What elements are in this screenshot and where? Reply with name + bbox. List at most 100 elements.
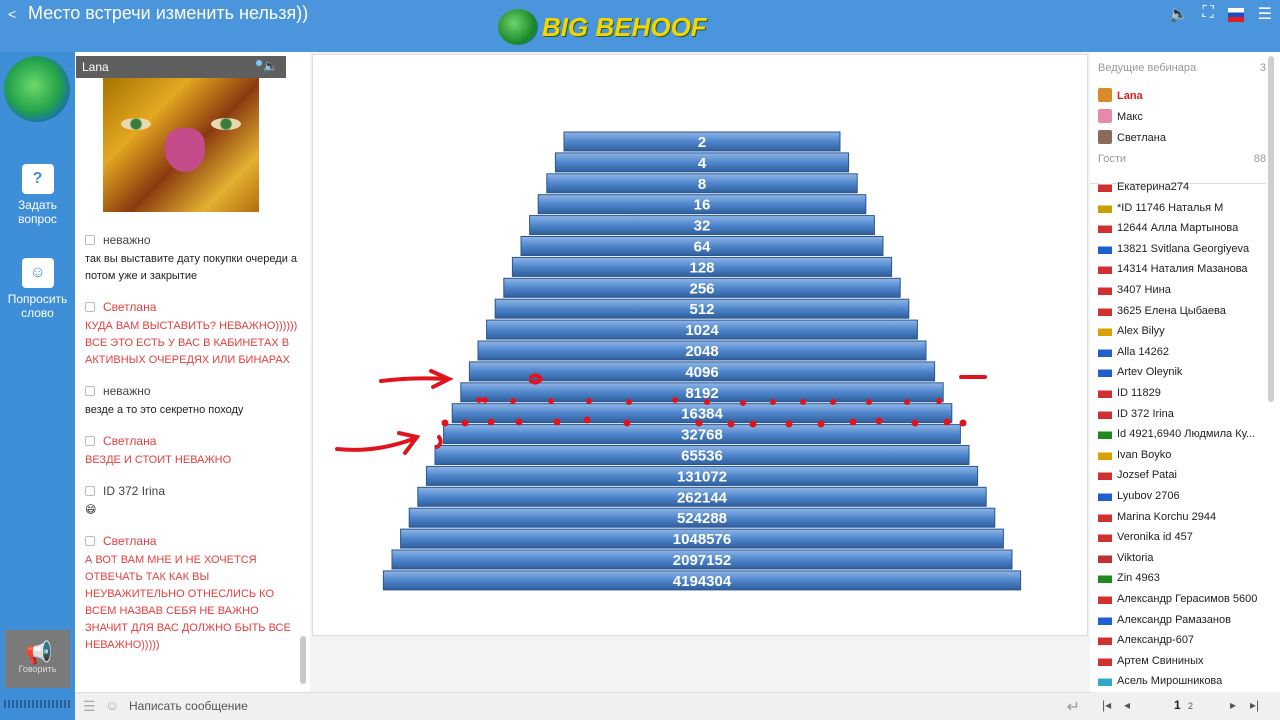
- guest-item[interactable]: Александр-607: [1098, 631, 1266, 649]
- chat-user-icon: [85, 436, 95, 446]
- guest-item[interactable]: Marina Korchu 2944: [1098, 508, 1266, 526]
- pyramid-label: 512: [689, 301, 714, 318]
- last-page-icon[interactable]: ▸|: [1250, 698, 1259, 712]
- guest-item[interactable]: Zin 4963: [1098, 569, 1266, 587]
- chat-message: неважно везде а то это секретно походу: [85, 383, 300, 419]
- guest-item[interactable]: 3625 Елена Цыбаева: [1098, 302, 1266, 320]
- guest-item[interactable]: Jozsef Patai: [1098, 466, 1266, 484]
- country-flag-icon: [1098, 387, 1112, 398]
- send-enter-icon[interactable]: ↵: [1067, 697, 1080, 717]
- annotation-dot: [959, 419, 967, 427]
- guest-item[interactable]: Екатерина274: [1098, 178, 1266, 196]
- guest-item[interactable]: 13821 Svitlana Georgiyeva: [1098, 240, 1266, 258]
- video-host-name: Lana: [82, 60, 109, 74]
- pyramid-label: 1024: [685, 322, 719, 339]
- guest-item[interactable]: Александр Рамазанов: [1098, 611, 1266, 629]
- country-flag-icon: [1098, 448, 1112, 460]
- annotation-dot: [510, 398, 516, 404]
- language-flag-icon[interactable]: [1227, 8, 1244, 22]
- ask-question-button[interactable]: ? Задать вопрос: [0, 164, 75, 226]
- host-name: Lana: [1117, 90, 1143, 102]
- guest-item[interactable]: Artev Oleynik: [1098, 363, 1266, 381]
- emoji-icon[interactable]: ☺: [105, 697, 119, 713]
- message-text: ВЕЗДЕ И СТОИТ НЕВАЖНО: [85, 454, 232, 466]
- guest-item[interactable]: 12644 Алла Мартынова: [1098, 219, 1266, 237]
- guest-item[interactable]: Veronika id 457: [1098, 528, 1266, 546]
- pyramid-diagram: 2 4 8 16 32 64 128 256 512 1024 2048 4096 8192 16384 3…: [335, 131, 1022, 591]
- pyramid-label: 131072: [677, 468, 727, 485]
- participants-scrollbar[interactable]: [1268, 56, 1274, 402]
- chat-message: Светлана ВЕЗДЕ И СТОИТ НЕВАЖНО: [85, 433, 300, 469]
- current-page[interactable]: 1: [1174, 698, 1181, 712]
- guest-item[interactable]: Асель Мирошникова: [1098, 672, 1266, 690]
- board-footer: ↵: [310, 692, 1090, 720]
- annotation-dot: [817, 420, 825, 428]
- user-avatar: [1098, 130, 1112, 144]
- share-icon[interactable]: <: [8, 6, 16, 22]
- next-page-icon[interactable]: ▸: [1230, 698, 1236, 712]
- host-item[interactable]: Светлана: [1098, 129, 1266, 147]
- fullscreen-icon[interactable]: ⛶: [1202, 4, 1213, 24]
- message-input[interactable]: Написать сообщение: [129, 699, 248, 713]
- guest-item[interactable]: 3407 Нина: [1098, 281, 1266, 299]
- guest-item[interactable]: Артем Свининых: [1098, 652, 1266, 670]
- guest-item[interactable]: ID 11829: [1098, 384, 1266, 402]
- speaker-person-icon: ☺: [21, 258, 54, 288]
- country-flag-icon: [1098, 181, 1112, 192]
- volume-icon[interactable]: 🔈: [1169, 4, 1189, 24]
- pyramid-label: 8192: [685, 385, 718, 402]
- menu-icon[interactable]: ☰: [1258, 4, 1272, 24]
- user-avatar: [1098, 88, 1112, 102]
- message-text: везде а то это секретно походу: [85, 404, 244, 416]
- guest-item[interactable]: Александр Герасимов 5600: [1098, 590, 1266, 608]
- pyramid-label: 16: [694, 197, 711, 214]
- globe-logo-icon: [498, 9, 538, 45]
- user-avatar: [1098, 109, 1112, 123]
- pyramid-label: 2048: [685, 343, 718, 360]
- annotation-dot: [911, 419, 919, 427]
- guest-item[interactable]: ID 372 Irina: [1098, 405, 1266, 423]
- hosts-count: 3: [1259, 62, 1266, 74]
- guest-name: 14314 Наталия Мазанова: [1117, 263, 1248, 276]
- guest-item[interactable]: 14314 Наталия Мазанова: [1098, 260, 1266, 278]
- annotation-dot: [553, 418, 561, 426]
- chat-scrollbar[interactable]: [300, 636, 306, 684]
- annotation-dot: [936, 398, 942, 404]
- next-page-number[interactable]: 2: [1188, 701, 1193, 711]
- host-video-image: [103, 78, 259, 212]
- guest-item[interactable]: Alex Bilyy: [1098, 322, 1266, 340]
- first-page-icon[interactable]: |◂: [1102, 698, 1111, 712]
- talk-button[interactable]: 📢 Говорить: [5, 630, 70, 688]
- annotation-dot: [482, 397, 488, 403]
- annotation-dot: [623, 419, 631, 427]
- ask-label-2: вопрос: [18, 212, 57, 226]
- hamburger-icon[interactable]: ☰: [83, 698, 96, 715]
- guest-item[interactable]: Alla 14262: [1098, 343, 1266, 361]
- guest-item[interactable]: Ivan Boyko: [1098, 446, 1266, 464]
- guest-item[interactable]: Viktoria: [1098, 549, 1266, 567]
- host-item[interactable]: Макс: [1098, 108, 1266, 126]
- host-item[interactable]: Lana: [1098, 87, 1266, 105]
- guest-item[interactable]: Lyubov 2706: [1098, 487, 1266, 505]
- video-volume-icon[interactable]: 🔈: [263, 59, 278, 73]
- annotation-dot: [461, 419, 469, 427]
- guest-name: Marina Korchu 2944: [1117, 510, 1217, 523]
- guest-name: Александр-607: [1117, 634, 1195, 647]
- host-name: Макс: [1117, 111, 1143, 123]
- request-speak-button[interactable]: ☺ Попросить слово: [0, 258, 75, 320]
- country-flag-icon: [1098, 345, 1112, 357]
- country-flag-icon: [1098, 531, 1112, 543]
- country-flag-icon: [1098, 675, 1112, 687]
- country-flag-icon: [1098, 469, 1112, 481]
- guest-item[interactable]: Id 4921,6940 Людмила Ку...: [1098, 425, 1266, 443]
- guest-item[interactable]: *ID 11746 Наталья М: [1098, 199, 1266, 217]
- hosts-header: Ведущие вебинара: [1098, 62, 1197, 74]
- guest-name: Екатерина274: [1117, 181, 1190, 193]
- annotation-dot: [866, 399, 872, 405]
- app-logo-icon: [4, 56, 70, 122]
- pyramid-label: 256: [689, 280, 714, 297]
- guest-name: Jozsef Patai: [1117, 469, 1177, 482]
- message-text: так вы выставите дату покупки очереди а …: [85, 253, 298, 282]
- prev-page-icon[interactable]: ◂: [1124, 698, 1130, 712]
- message-text: 😄: [85, 504, 97, 516]
